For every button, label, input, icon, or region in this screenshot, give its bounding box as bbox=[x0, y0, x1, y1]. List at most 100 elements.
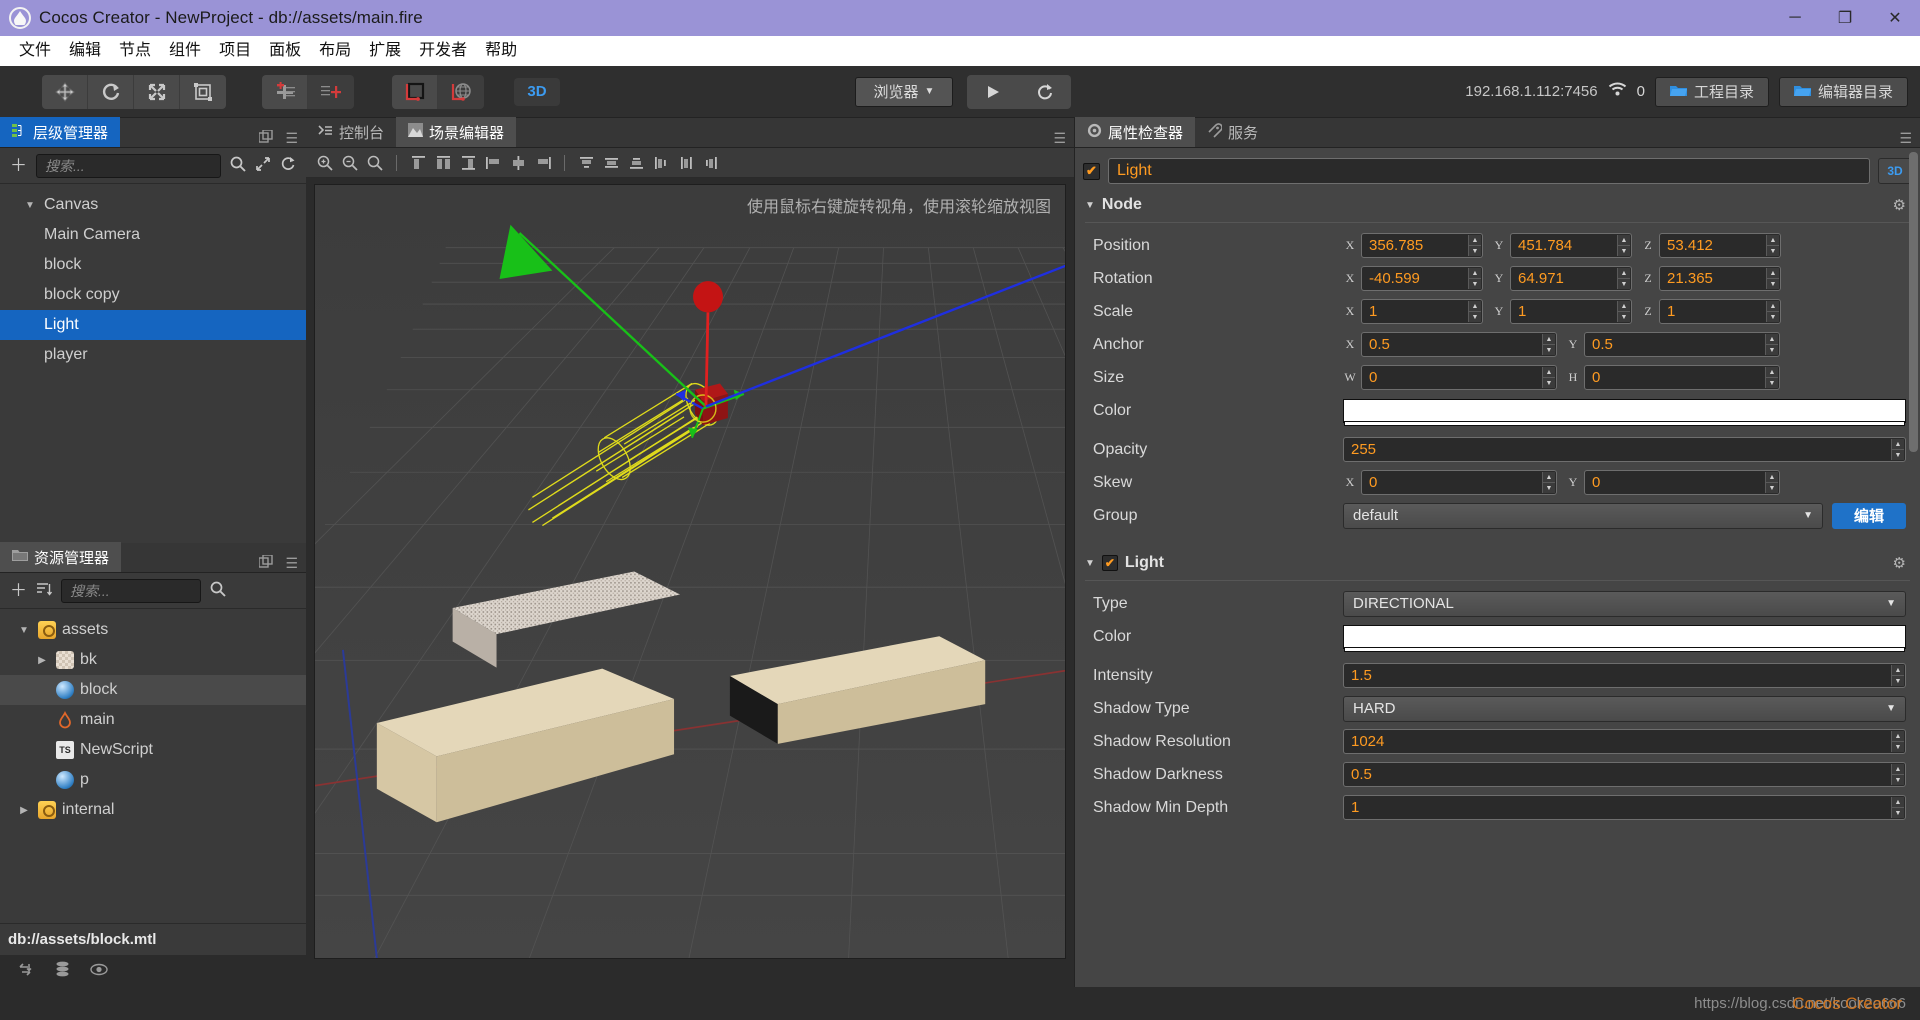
rotate-tool-button[interactable] bbox=[88, 74, 134, 109]
chevron-right-icon[interactable]: ▶ bbox=[34, 655, 50, 666]
asset-row-bk[interactable]: ▶ bk bbox=[0, 645, 306, 675]
light-type-select[interactable]: DIRECTIONAL ▼ bbox=[1343, 590, 1906, 617]
tree-node-main-camera[interactable]: Main Camera bbox=[0, 220, 306, 250]
add-node-button[interactable]: ＋ bbox=[10, 157, 27, 174]
asset-row-p[interactable]: p bbox=[0, 765, 306, 795]
light-color-swatch[interactable] bbox=[1343, 624, 1906, 652]
node-section-header[interactable]: ▼ Node ⚙ bbox=[1075, 188, 1920, 222]
menu-item-edit[interactable]: 编辑 bbox=[60, 41, 110, 61]
project-directory-button[interactable]: 工程目录 bbox=[1654, 76, 1769, 107]
chevron-down-icon[interactable]: ▼ bbox=[1085, 558, 1095, 569]
eye-icon[interactable] bbox=[90, 963, 108, 980]
tab-assets[interactable]: 资源管理器 bbox=[0, 542, 122, 572]
sort-icon[interactable] bbox=[36, 581, 53, 600]
dist-left-icon[interactable] bbox=[650, 152, 672, 174]
dist-top-icon[interactable] bbox=[575, 152, 597, 174]
light-section-gear-icon[interactable]: ⚙ bbox=[1893, 554, 1906, 572]
node-3d-toggle[interactable]: 3D bbox=[1878, 158, 1912, 184]
dist-middle-icon[interactable] bbox=[600, 152, 622, 174]
anchor-x-input[interactable]: 0.5 ▲ ▼ bbox=[1361, 332, 1557, 357]
hierarchy-menu-icon[interactable]: ☰ bbox=[285, 130, 298, 147]
dist-center-icon[interactable] bbox=[675, 152, 697, 174]
node-enabled-checkbox[interactable]: ✔ bbox=[1083, 162, 1100, 180]
pivot-center-tool-button[interactable] bbox=[262, 74, 308, 109]
skew-x-input[interactable]: 0 ▲ ▼ bbox=[1361, 470, 1557, 495]
skew-y-input[interactable]: 0 ▲ ▼ bbox=[1584, 470, 1780, 495]
menu-item-help[interactable]: 帮助 bbox=[476, 41, 526, 61]
scene-menu-icon[interactable]: ☰ bbox=[1053, 130, 1066, 147]
shadow-resolution-input[interactable]: 1024 ▲ ▼ bbox=[1343, 729, 1906, 754]
tab-console[interactable]: 控制台 bbox=[306, 117, 396, 147]
node-name-input[interactable]: Light bbox=[1108, 158, 1870, 184]
size-h-input[interactable]: 0 ▲ ▼ bbox=[1584, 365, 1780, 390]
sync-icon[interactable] bbox=[18, 962, 35, 981]
menu-item-project[interactable]: 项目 bbox=[210, 41, 260, 61]
align-top-icon[interactable] bbox=[482, 152, 504, 174]
zoom-fit-icon[interactable] bbox=[364, 152, 386, 174]
pivot-position-tool-button[interactable] bbox=[308, 74, 354, 109]
shadow-darkness-input[interactable]: 0.5 ▲ ▼ bbox=[1343, 762, 1906, 787]
dist-right-icon[interactable] bbox=[700, 152, 722, 174]
align-h-center-icon[interactable] bbox=[432, 152, 454, 174]
maximize-button[interactable]: ❐ bbox=[1820, 0, 1870, 36]
rotation-z-input[interactable]: 21.365 ▲ ▼ bbox=[1659, 266, 1781, 291]
asset-row-block[interactable]: block bbox=[0, 675, 306, 705]
chevron-right-icon[interactable]: ▶ bbox=[16, 805, 32, 816]
search-icon[interactable] bbox=[210, 581, 226, 600]
search-icon[interactable] bbox=[230, 156, 246, 175]
menu-item-file[interactable]: 文件 bbox=[10, 41, 60, 61]
menu-item-extension[interactable]: 扩展 bbox=[360, 41, 410, 61]
align-bottom-icon[interactable] bbox=[532, 152, 554, 174]
scale-z-input[interactable]: 1 ▲ ▼ bbox=[1659, 299, 1781, 324]
local-coord-tool-button[interactable] bbox=[392, 74, 438, 109]
tree-node-canvas[interactable]: ▼ Canvas bbox=[0, 190, 306, 220]
tree-node-player[interactable]: player bbox=[0, 340, 306, 370]
zoom-out-icon[interactable] bbox=[339, 152, 361, 174]
rotation-y-input[interactable]: 64.971 ▲ ▼ bbox=[1510, 266, 1632, 291]
opacity-input[interactable]: 255 ▲ ▼ bbox=[1343, 437, 1906, 462]
align-left-icon[interactable] bbox=[407, 152, 429, 174]
mode-3d-toggle[interactable]: 3D bbox=[514, 77, 560, 106]
menu-item-node[interactable]: 节点 bbox=[110, 41, 160, 61]
position-x-input[interactable]: 356.785 ▲ ▼ bbox=[1361, 233, 1483, 258]
global-coord-tool-button[interactable] bbox=[438, 74, 484, 109]
popout-icon[interactable] bbox=[258, 129, 274, 147]
light-enabled-checkbox[interactable]: ✔ bbox=[1101, 555, 1118, 571]
node-color-swatch[interactable] bbox=[1343, 398, 1906, 426]
position-y-input[interactable]: 451.784 ▲ ▼ bbox=[1510, 233, 1632, 258]
editor-directory-button[interactable]: 编辑器目录 bbox=[1778, 76, 1908, 107]
align-v-center-icon[interactable] bbox=[507, 152, 529, 174]
inspector-menu-icon[interactable]: ☰ bbox=[1899, 130, 1912, 147]
asset-row-internal[interactable]: ▶ internal bbox=[0, 795, 306, 825]
position-z-input[interactable]: 53.412 ▲ ▼ bbox=[1659, 233, 1781, 258]
group-select[interactable]: default ▼ bbox=[1343, 502, 1823, 529]
minimize-button[interactable]: ─ bbox=[1770, 0, 1820, 36]
intensity-input[interactable]: 1.5 ▲ ▼ bbox=[1343, 663, 1906, 688]
shadow-min-depth-input[interactable]: 1 ▲ ▼ bbox=[1343, 795, 1906, 820]
chevron-down-icon[interactable]: ▼ bbox=[1085, 200, 1095, 211]
hierarchy-search-input[interactable]: 搜索... bbox=[36, 153, 221, 178]
database-icon[interactable] bbox=[55, 961, 70, 981]
asset-row-assets[interactable]: ▼ assets bbox=[0, 615, 306, 645]
add-asset-button[interactable]: ＋ bbox=[10, 582, 27, 599]
scale-x-input[interactable]: 1 ▲ ▼ bbox=[1361, 299, 1483, 324]
tab-service[interactable]: 服务 bbox=[1195, 117, 1270, 147]
preview-target-select[interactable]: 浏览器 ▼ bbox=[855, 76, 953, 107]
menu-item-component[interactable]: 组件 bbox=[160, 41, 210, 61]
assets-menu-icon[interactable]: ☰ bbox=[285, 555, 298, 572]
refresh-button[interactable] bbox=[1019, 75, 1071, 109]
tab-scene-editor[interactable]: 场景编辑器 bbox=[396, 117, 517, 147]
scene-viewport[interactable]: 使用鼠标右键旋转视角，使用滚轮缩放视图 bbox=[314, 184, 1066, 959]
chevron-down-icon[interactable]: ▼ bbox=[16, 625, 32, 636]
tab-inspector[interactable]: 属性检查器 bbox=[1075, 117, 1196, 147]
inspector-scrollbar[interactable] bbox=[1909, 152, 1918, 452]
light-section-header[interactable]: ▼ ✔ Light ⚙ bbox=[1075, 546, 1920, 580]
shadow-type-select[interactable]: HARD ▼ bbox=[1343, 695, 1906, 722]
node-section-gear-icon[interactable]: ⚙ bbox=[1893, 196, 1906, 214]
size-w-input[interactable]: 0 ▲ ▼ bbox=[1361, 365, 1557, 390]
group-edit-button[interactable]: 编辑 bbox=[1832, 502, 1906, 529]
tree-node-block-copy[interactable]: block copy bbox=[0, 280, 306, 310]
move-tool-button[interactable] bbox=[42, 74, 88, 109]
play-button[interactable] bbox=[967, 75, 1019, 109]
asset-row-newscript[interactable]: TS NewScript bbox=[0, 735, 306, 765]
